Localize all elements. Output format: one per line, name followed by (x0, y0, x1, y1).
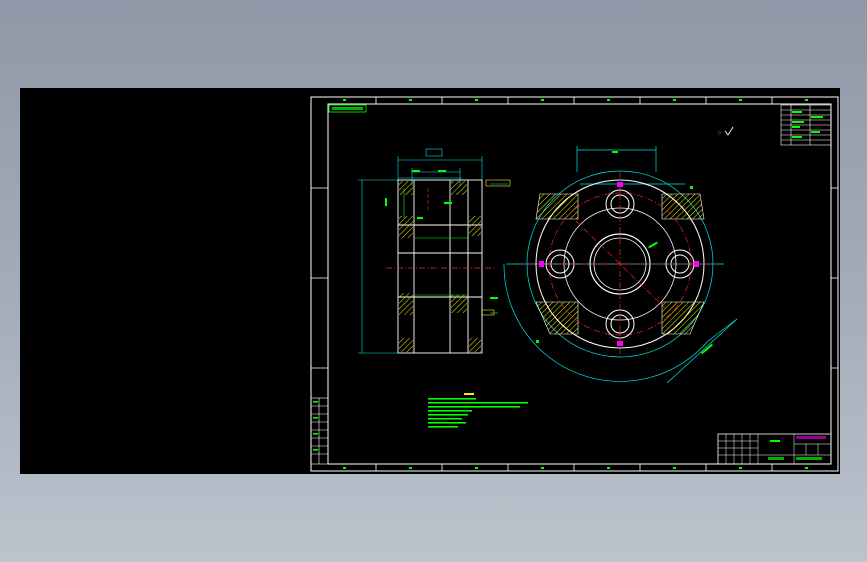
drawing-frame (310, 96, 839, 472)
title-block (717, 433, 832, 465)
front-flange-view (503, 146, 738, 384)
signature-strip (310, 397, 329, 465)
side-section-view (358, 148, 511, 354)
svg-text:○: ○ (718, 130, 721, 136)
surface-roughness-symbol: ○ (718, 126, 734, 136)
technical-notes (428, 393, 528, 428)
cad-drawing-canvas: ○ (310, 96, 839, 472)
cad-viewport[interactable]: ○ (20, 88, 840, 474)
revision-table (780, 104, 832, 146)
drawing-stamp (328, 104, 367, 113)
